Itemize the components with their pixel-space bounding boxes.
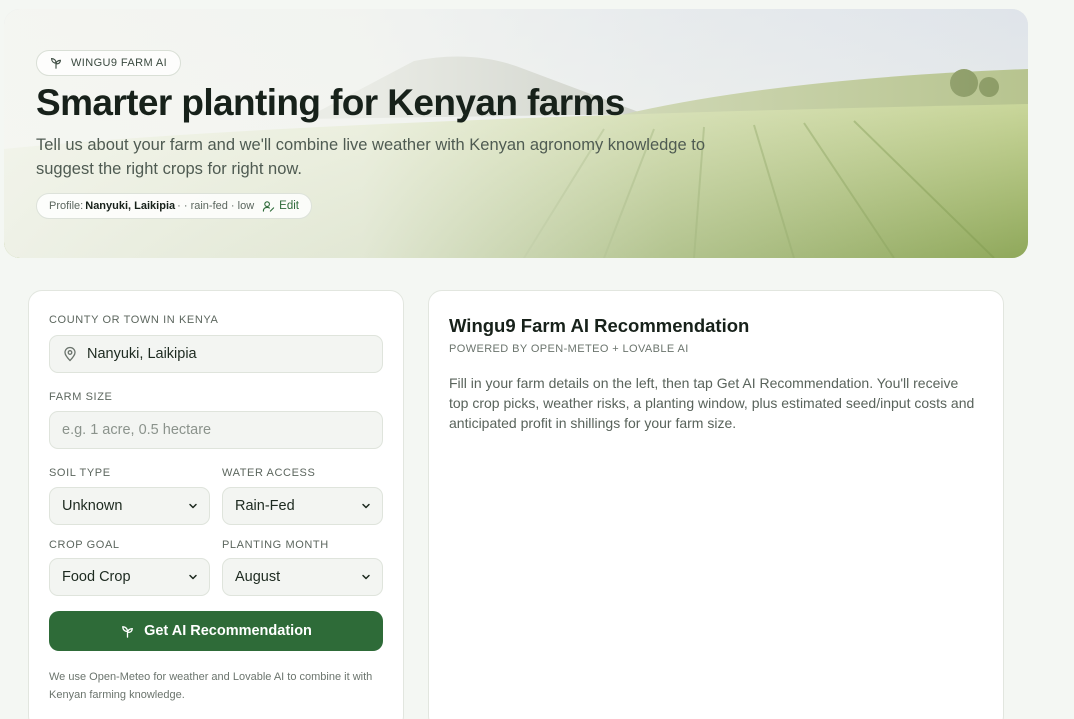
user-edit-icon	[262, 200, 275, 212]
edit-profile-label: Edit	[279, 200, 299, 212]
location-input[interactable]: Nanyuki, Laikipia	[49, 335, 383, 373]
map-pin-icon	[64, 346, 76, 362]
brand-badge: WINGU9 FARM AI	[36, 50, 182, 76]
sprout-icon	[122, 625, 133, 638]
water-access-select[interactable]: Rain-Fed	[222, 487, 383, 525]
page-subtitle: Tell us about your farm and we'll combin…	[36, 136, 706, 178]
chevron-down-icon	[362, 503, 370, 509]
soil-type-label: SOIL TYPE	[49, 467, 111, 479]
farm-size-placeholder: e.g. 1 acre, 0.5 hectare	[62, 422, 212, 438]
crop-goal-value: Food Crop	[62, 569, 131, 585]
planting-month-select[interactable]: August	[222, 558, 383, 596]
get-recommendation-label: Get AI Recommendation	[144, 623, 312, 639]
soil-type-value: Unknown	[62, 498, 123, 514]
chevron-down-icon	[362, 574, 370, 580]
profile-summary: Profile: Nanyuki, Laikipia · · rain-fed …	[36, 193, 312, 219]
recommendation-placeholder-text: Fill in your farm details on the left, t…	[449, 375, 975, 431]
planting-month-value: August	[235, 569, 281, 585]
water-access-value: Rain-Fed	[235, 498, 295, 514]
water-access-label: WATER ACCESS	[222, 467, 316, 479]
chevron-down-icon	[189, 574, 197, 580]
farm-details-form: COUNTY OR TOWN IN KENYA Nanyuki, Laikipi…	[28, 290, 404, 719]
crop-goal-select[interactable]: Food Crop	[49, 558, 210, 596]
farm-size-input[interactable]: e.g. 1 acre, 0.5 hectare	[49, 411, 383, 449]
location-value: Nanyuki, Laikipia	[87, 346, 197, 362]
soil-type-select[interactable]: Unknown	[49, 487, 210, 525]
planting-month-label: PLANTING MONTH	[222, 539, 329, 551]
farm-size-label: FARM SIZE	[49, 391, 113, 403]
crop-goal-label: CROP GOAL	[49, 539, 120, 551]
edit-profile-link[interactable]: Edit	[262, 200, 299, 213]
page-title: Smarter planting for Kenyan farms	[36, 82, 625, 123]
brand-badge-label: WINGU9 FARM AI	[71, 57, 168, 69]
profile-prefix: Profile:	[49, 200, 84, 212]
profile-location: Nanyuki, Laikipia	[85, 200, 176, 212]
location-label: COUNTY OR TOWN IN KENYA	[49, 314, 219, 326]
powered-by-label: POWERED BY OPEN-METEO + LOVABLE AI	[449, 343, 689, 355]
sprout-icon	[51, 58, 61, 69]
get-recommendation-button[interactable]: Get AI Recommendation	[49, 611, 383, 651]
hero-banner: WINGU9 FARM AI Smarter planting for Keny…	[4, 9, 1028, 258]
profile-details: · · rain-fed · low	[177, 200, 255, 212]
recommendation-panel: Wingu9 Farm AI Recommendation POWERED BY…	[428, 290, 1004, 719]
chevron-down-icon	[189, 503, 197, 509]
recommendation-title: Wingu9 Farm AI Recommendation	[449, 315, 750, 336]
data-sources-note: We use Open-Meteo for weather and Lovabl…	[49, 671, 373, 701]
